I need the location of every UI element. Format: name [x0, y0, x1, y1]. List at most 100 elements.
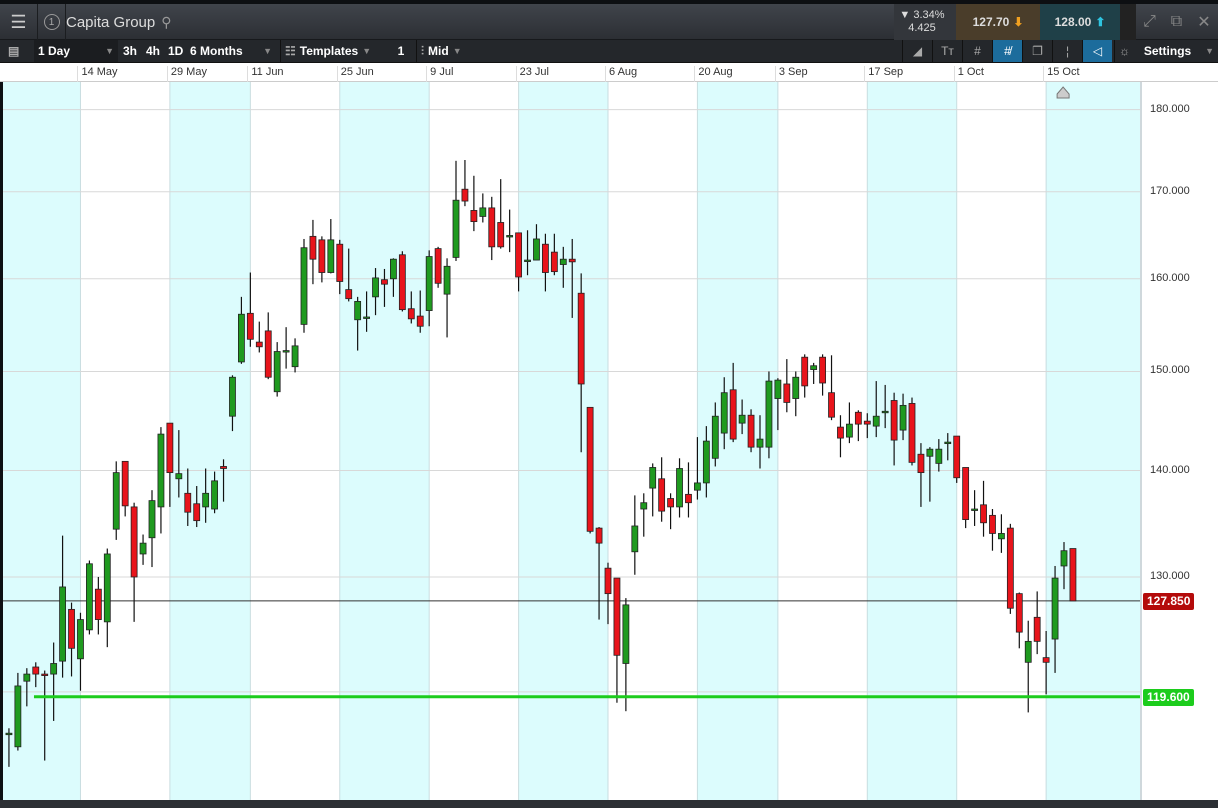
candle-down: [470, 210, 478, 223]
candle-down: [863, 420, 871, 425]
quick-4h-button[interactable]: 4h: [142, 40, 164, 62]
candle-up: [291, 345, 299, 368]
layers-count[interactable]: 1: [390, 40, 412, 62]
candle-down: [917, 453, 925, 474]
date-tick-label: 25 Jun: [336, 66, 374, 82]
candle-down: [980, 504, 987, 524]
candle-up: [738, 414, 746, 424]
price-tick-label: 170.000: [1150, 184, 1190, 197]
candle-down: [989, 514, 996, 534]
popout-button[interactable]: ⧉: [1163, 4, 1190, 40]
candle-up: [452, 199, 460, 258]
instrument-title[interactable]: Capita Group ⚲: [66, 4, 171, 40]
candle-down: [908, 403, 916, 463]
candle-up: [872, 415, 880, 427]
candle-up: [425, 256, 433, 311]
sliders-icon: ☷: [285, 44, 296, 58]
candle-down: [577, 292, 585, 385]
candle-up: [774, 379, 782, 399]
candle-up: [157, 433, 165, 508]
templates-select[interactable]: ☷ Templates ▼: [280, 40, 386, 62]
candle-up: [50, 663, 58, 675]
candle-down: [801, 356, 809, 387]
date-tick-label: 1 Oct: [953, 66, 984, 82]
candle-up: [694, 482, 701, 491]
candle-up: [926, 448, 934, 457]
candle-up: [702, 440, 710, 484]
text-tool-button[interactable]: Tт: [932, 40, 962, 62]
buy-button[interactable]: 128.00 ⬆: [1040, 4, 1120, 40]
quick-1d-button[interactable]: 1D: [164, 40, 187, 62]
chart-plot-area[interactable]: [0, 82, 1140, 800]
quick-3h-button[interactable]: 3h: [119, 40, 141, 62]
candle-down: [32, 666, 40, 675]
price-type-select[interactable]: ⫶ Mid ▼: [416, 40, 492, 62]
maximize-button[interactable]: ⤢: [1136, 4, 1163, 40]
candle-down: [595, 527, 603, 544]
candle-down: [130, 506, 138, 578]
sell-button[interactable]: 127.70 ⬇: [956, 4, 1040, 40]
instrument-name: Capita Group: [66, 13, 156, 31]
price-axis[interactable]: 180.000 170.000 160.000 150.000 140.000 130.0…: [1140, 82, 1218, 800]
candle-up: [1024, 640, 1032, 663]
candle-up: [524, 259, 531, 262]
search-icon[interactable]: ⚲: [161, 14, 171, 31]
menu-button[interactable]: ☰: [0, 4, 38, 40]
candle-up: [363, 316, 370, 319]
candle-up: [273, 351, 281, 393]
candle-up: [148, 500, 156, 539]
candle-down: [783, 383, 791, 403]
candle-down: [667, 498, 674, 508]
candle-up: [622, 604, 630, 664]
candle-down: [41, 673, 49, 676]
candle-down: [550, 251, 558, 273]
date-tick-label: 15 Oct: [1043, 66, 1080, 82]
date-tick-label: 17 Sep: [864, 66, 903, 82]
close-button[interactable]: ✕: [1190, 4, 1218, 40]
candle-up: [711, 415, 719, 459]
candle-down: [1033, 616, 1041, 642]
chart-toolbar: ▤ 1 Day ▼ 3h 4h 1D 6 Months ▼ ☷ Templates ▼ …: [0, 40, 1218, 63]
date-tick-label: 14 May: [77, 66, 118, 82]
windows-button[interactable]: ❐: [1022, 40, 1052, 62]
date-tick-label: 3 Sep: [774, 66, 808, 82]
grid-toggle[interactable]: #: [962, 40, 992, 62]
range-select[interactable]: 6 Months ▼: [186, 40, 276, 62]
grid-edit-toggle[interactable]: #̸: [992, 40, 1022, 62]
candle-down: [729, 389, 737, 440]
candle-up: [971, 508, 978, 511]
candle-down: [613, 577, 621, 656]
price-tag-toggle[interactable]: ◁: [1082, 40, 1112, 62]
candle-down: [568, 258, 576, 263]
candle-up: [899, 404, 907, 431]
candle-down: [854, 411, 862, 425]
candle-up: [211, 480, 218, 510]
candle-up: [559, 258, 567, 265]
list-button[interactable]: ▤: [4, 40, 32, 62]
candle-down: [461, 188, 469, 202]
candle-down: [542, 243, 549, 273]
draw-tool-button[interactable]: ◢: [902, 40, 932, 62]
candle-up: [1051, 577, 1059, 640]
candle-down: [336, 243, 344, 282]
candle-down: [604, 567, 612, 595]
text-icon: Tт: [941, 44, 954, 58]
support-price-tag: 119.600: [1143, 688, 1194, 706]
price-tick-label: 130.000: [1150, 569, 1190, 582]
popout-icon: ⧉: [1170, 13, 1183, 30]
crosshair-button[interactable]: ¦: [1052, 40, 1082, 62]
candle-down: [318, 239, 326, 273]
candle-up: [86, 563, 93, 631]
candle-up: [5, 732, 13, 736]
candle-up: [59, 586, 66, 662]
price-tick-label: 160.000: [1150, 271, 1190, 284]
settings-button[interactable]: ☼ Settings ▼: [1114, 40, 1218, 62]
list-icon: ▤: [8, 44, 20, 58]
candle-down: [121, 460, 129, 507]
candle-down: [416, 315, 424, 327]
interval-select[interactable]: 1 Day ▼: [34, 40, 118, 62]
candle-up: [935, 448, 943, 464]
candle-up: [300, 247, 308, 325]
candle-down: [819, 356, 826, 384]
candle-up: [390, 258, 397, 280]
